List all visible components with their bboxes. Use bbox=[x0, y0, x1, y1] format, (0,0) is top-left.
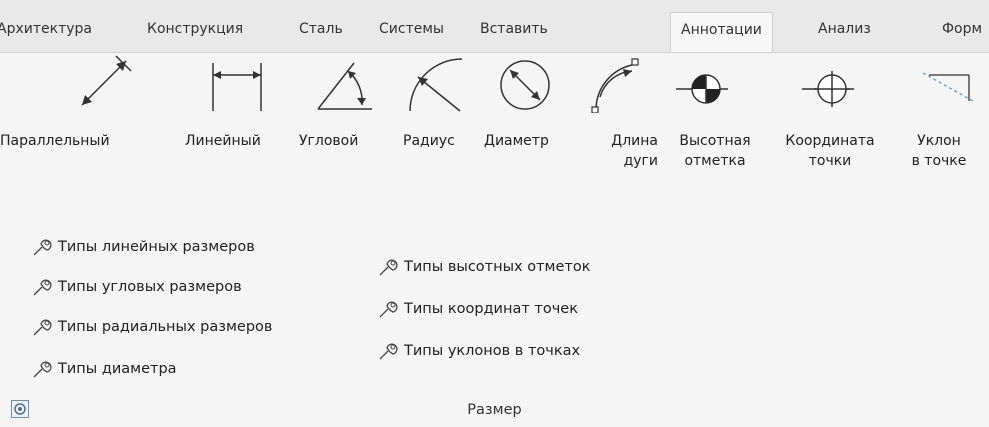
spot-elevation-types-link[interactable]: Типы высотных отметок bbox=[378, 256, 590, 278]
angular-dimension-button[interactable] bbox=[312, 53, 376, 113]
aligned-dimension-icon bbox=[81, 55, 132, 106]
tab-analyze[interactable]: Анализ bbox=[818, 20, 871, 38]
spot-elevation-icon bbox=[676, 74, 728, 104]
spot-coordinate-label: Координата точки bbox=[785, 133, 875, 169]
panel-title: Размер bbox=[467, 402, 522, 418]
angular-dimension-icon bbox=[317, 62, 372, 110]
diameter-types-link[interactable]: Типы диаметра bbox=[32, 358, 177, 380]
angular-dimension-label: Угловой bbox=[299, 133, 359, 149]
tab-systems[interactable]: Системы bbox=[379, 20, 444, 38]
linear-dimension-label: Линейный bbox=[185, 133, 261, 149]
wrench-icon bbox=[378, 299, 404, 319]
arc-length-label: Длина дуги bbox=[611, 133, 658, 169]
diameter-types-label: Типы диаметра bbox=[58, 361, 177, 377]
spot-elevation-label: Высотная отметка bbox=[679, 133, 751, 169]
wrench-icon bbox=[32, 317, 58, 337]
arc-length-button[interactable] bbox=[588, 53, 644, 113]
tab-structure[interactable]: Конструкция bbox=[147, 20, 243, 38]
spot-slope-types-link[interactable]: Типы уклонов в точках bbox=[378, 340, 580, 362]
arc-length-icon bbox=[591, 58, 639, 113]
diameter-dimension-icon bbox=[500, 60, 550, 110]
aligned-dimension-label: Параллельный bbox=[0, 133, 110, 149]
spot-slope-button[interactable] bbox=[915, 53, 979, 113]
diameter-dimension-button[interactable] bbox=[494, 53, 556, 113]
wrench-icon bbox=[378, 341, 404, 361]
linear-dimension-types-link[interactable]: Типы линейных размеров bbox=[32, 236, 255, 258]
angular-dimension-types-label: Типы угловых размеров bbox=[58, 279, 242, 295]
wrench-icon bbox=[32, 237, 58, 257]
linear-dimension-types-label: Типы линейных размеров bbox=[58, 239, 255, 255]
wrench-icon bbox=[378, 257, 404, 277]
radius-dimension-icon bbox=[409, 58, 463, 112]
tab-insert[interactable]: Вставить bbox=[480, 20, 548, 38]
angular-dimension-types-link[interactable]: Типы угловых размеров bbox=[32, 276, 242, 298]
radius-dimension-label: Радиус bbox=[403, 133, 455, 149]
spot-elevation-types-label: Типы высотных отметок bbox=[404, 259, 591, 275]
tab-massing[interactable]: Форм bbox=[942, 20, 982, 38]
aligned-dimension-button[interactable] bbox=[74, 53, 134, 113]
spot-slope-label: Уклон в точке bbox=[911, 133, 967, 169]
tab-steel[interactable]: Сталь bbox=[299, 20, 343, 38]
wrench-icon bbox=[32, 359, 58, 379]
radial-dimension-types-label: Типы радиальных размеров bbox=[58, 319, 273, 335]
spot-coordinate-button[interactable] bbox=[798, 53, 860, 113]
spot-elevation-button[interactable] bbox=[672, 53, 734, 113]
spot-coordinate-types-link[interactable]: Типы координат точек bbox=[378, 298, 578, 320]
diameter-dimension-label: Диаметр bbox=[484, 133, 549, 149]
spot-slope-types-label: Типы уклонов в точках bbox=[404, 343, 581, 359]
linear-dimension-button[interactable] bbox=[205, 53, 269, 113]
tab-architecture[interactable]: Архитектура bbox=[0, 20, 92, 38]
radial-dimension-types-link[interactable]: Типы радиальных размеров bbox=[32, 316, 272, 338]
radius-dimension-button[interactable] bbox=[404, 53, 468, 113]
linear-dimension-icon bbox=[212, 63, 262, 111]
spot-coordinate-types-label: Типы координат точек bbox=[404, 301, 578, 317]
tab-annotate[interactable]: Аннотации bbox=[670, 12, 773, 52]
ribbon-tab-bar: Архитектура Конструкция Сталь Системы Вс… bbox=[0, 0, 989, 53]
spot-coordinate-icon bbox=[802, 71, 854, 107]
wrench-icon bbox=[32, 277, 58, 297]
spot-slope-icon bbox=[922, 72, 974, 102]
